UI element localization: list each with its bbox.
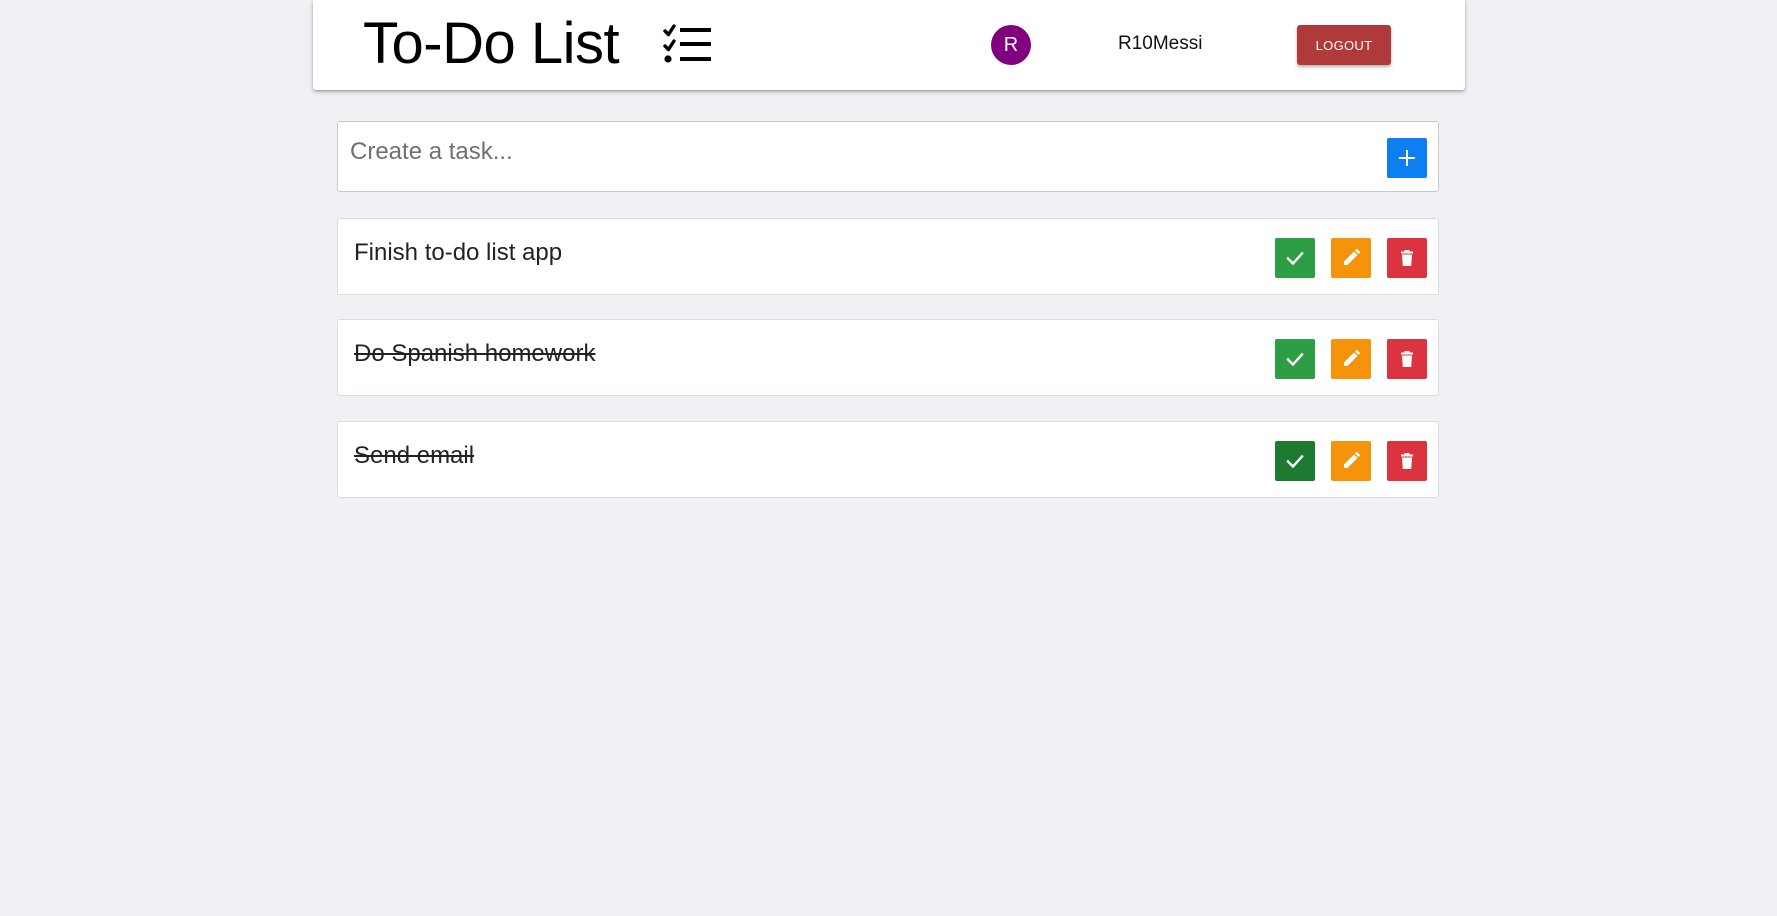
avatar[interactable]: R [991,25,1031,65]
complete-task-button[interactable] [1275,339,1315,379]
delete-task-button[interactable] [1387,238,1427,278]
create-task-card [337,121,1439,192]
check-icon [1286,251,1304,266]
task-item: Send email [337,421,1439,498]
complete-task-button[interactable] [1275,441,1315,481]
logout-button[interactable]: LOGOUT [1297,25,1391,65]
task-text: Finish to-do list app [354,239,563,266]
app-header: To-Do List R R10Messi LOGOUT [313,0,1465,90]
complete-task-button[interactable] [1275,238,1315,278]
trash-icon [1401,351,1413,367]
edit-task-button[interactable] [1331,339,1371,379]
task-text: Do Spanish homework [354,340,596,367]
pencil-icon [1344,249,1360,265]
check-icon [1286,454,1304,469]
pencil-icon [1344,350,1360,366]
task-item: Do Spanish homework [337,319,1439,396]
edit-task-button[interactable] [1331,441,1371,481]
checklist-icon [663,24,711,63]
trash-icon [1401,250,1413,266]
delete-task-button[interactable] [1387,441,1427,481]
app-title: To-Do List [363,11,620,76]
check-icon [1286,352,1304,367]
plus-icon [1399,150,1415,166]
add-task-button[interactable] [1387,138,1427,178]
task-text: Send email [354,442,475,469]
edit-task-button[interactable] [1331,238,1371,278]
create-task-input[interactable] [350,132,1350,172]
username: R10Messi [1118,33,1203,54]
trash-icon [1401,453,1413,469]
task-item: Finish to-do list app [337,218,1439,295]
delete-task-button[interactable] [1387,339,1427,379]
pencil-icon [1344,452,1360,468]
